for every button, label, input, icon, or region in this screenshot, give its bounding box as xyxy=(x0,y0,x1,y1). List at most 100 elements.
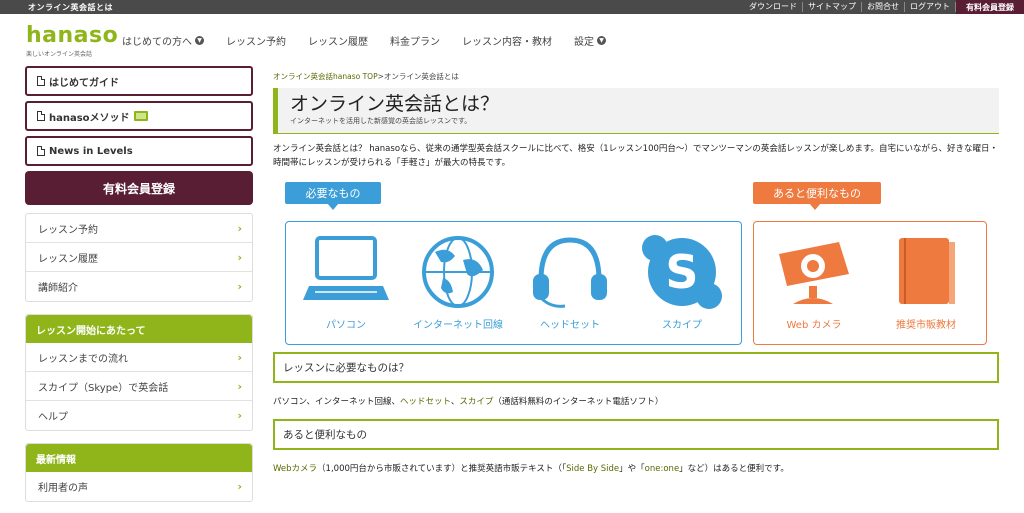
pc-item: パソコン xyxy=(296,234,396,331)
skype-icon: S xyxy=(642,235,722,309)
chevron-right-icon: › xyxy=(237,350,242,364)
sidebar-item-skype[interactable]: スカイプ（Skype）で英会話 › xyxy=(26,372,252,401)
needs-tag: 必要なもの xyxy=(285,182,381,210)
sidebar-item-label: 利用者の声 xyxy=(38,483,88,494)
nav-pricing[interactable]: 料金プラン xyxy=(390,33,440,48)
nav-beginners[interactable]: はじめての方へ ▼ xyxy=(122,33,204,48)
download-link[interactable]: ダウンロード xyxy=(744,2,803,12)
breadcrumb-current: オンライン英会話とは xyxy=(383,72,459,81)
sidebar-section-heading: 最新情報 xyxy=(26,444,252,472)
item-label: ヘッドセット xyxy=(540,320,600,331)
sidebar-menu-news: 最新情報 利用者の声 › xyxy=(25,443,253,502)
sidebar-item-reserve[interactable]: レッスン予約 › xyxy=(26,214,252,243)
skype-item: S スカイプ xyxy=(632,234,732,331)
sidebar-menu-start: レッスン開始にあたって レッスンまでの流れ › スカイプ（Skype）で英会話 › … xyxy=(25,314,253,431)
guide-news[interactable]: News in Levels xyxy=(25,136,253,166)
section-text-required: パソコン、インターネット回線、ヘッドセット、スカイプ（通話料無料のインターネット… xyxy=(273,395,999,407)
guide-beginner[interactable]: はじめてガイド xyxy=(25,66,253,96)
top-register-button[interactable]: 有料会員登録 xyxy=(956,0,1024,14)
nav-label: 設定 xyxy=(574,36,594,48)
headset-item: ヘッドセット xyxy=(520,234,620,331)
nav-label: レッスン履歴 xyxy=(308,36,368,48)
page-title-box: オンライン英会話とは？ インターネットを活用した新感覚の英会話レッスンです。 xyxy=(273,88,999,134)
guide-label: はじめてガイド xyxy=(49,77,119,89)
sidebar-item-teachers[interactable]: 講師紹介 › xyxy=(26,272,252,301)
sidebar-item-label: ヘルプ xyxy=(38,412,68,423)
webcam-icon xyxy=(779,242,849,304)
document-icon xyxy=(37,111,45,121)
chevron-right-icon: › xyxy=(237,379,242,393)
breadcrumb: オンライン英会話hanaso TOP>オンライン英会話とは xyxy=(273,71,999,82)
top-bar: オンライン英会話とは ダウンロード サイトマップ お問合せ ログアウト 有料会員… xyxy=(0,0,1024,14)
sidebar-item-history[interactable]: レッスン履歴 › xyxy=(26,243,252,272)
side-by-side-link[interactable]: Side By Side xyxy=(566,464,619,474)
internet-item: インターネット回線 xyxy=(408,234,508,331)
item-label: 推奨市販教材 xyxy=(896,320,956,331)
text-part: パソコン、インターネット回線、 xyxy=(273,397,400,407)
section-text-useful: Webカメラ（1,000円台から市販されています）と推奨英語市販テキスト（「Si… xyxy=(273,462,999,474)
text-part: 」や「 xyxy=(619,464,645,474)
useful-box: Web カメラ 推奨市販教材 xyxy=(753,221,987,345)
chevron-right-icon: › xyxy=(237,250,242,264)
nav-label: レッスン内容・教材 xyxy=(462,36,552,48)
video-icon xyxy=(133,111,148,121)
sitemap-link[interactable]: サイトマップ xyxy=(803,2,862,12)
guide-label: hanasoメソッド xyxy=(49,112,130,124)
item-label: Web カメラ xyxy=(786,320,842,331)
sidebar-item-label: レッスン履歴 xyxy=(38,253,98,265)
chevron-right-icon: › xyxy=(237,221,242,235)
sidebar-register-button[interactable]: 有料会員登録 xyxy=(25,171,253,205)
nav-label: はじめての方へ xyxy=(122,36,192,48)
chevron-right-icon: › xyxy=(237,409,242,422)
logo-subtitle: 楽しいオンライン英会話 xyxy=(26,50,93,58)
breadcrumb-top-link[interactable]: オンライン英会話hanaso TOP xyxy=(273,72,378,81)
header: hanaso 楽しいオンライン英会話 はじめての方へ ▼ レッスン予約 レッスン履… xyxy=(0,14,1024,66)
one-one-link[interactable]: one:one xyxy=(645,464,680,474)
webcam-item: Web カメラ xyxy=(764,234,864,331)
chevron-down-icon: ▼ xyxy=(195,35,204,45)
text-part: （通話料無料のインターネット電話ソフト） xyxy=(493,397,664,407)
headset-link[interactable]: ヘッドセット xyxy=(400,397,451,407)
chevron-down-icon: ▼ xyxy=(597,35,606,45)
section-heading-required: レッスンに必要なものは？ xyxy=(273,352,999,383)
sidebar-item-voices[interactable]: 利用者の声 › xyxy=(26,472,252,501)
top-links: ダウンロード サイトマップ お問合せ ログアウト 有料会員登録 xyxy=(744,0,1024,14)
globe-icon xyxy=(422,236,494,308)
intro-text: オンライン英会話とは？ hanasoなら、従来の通学型英会話スクールに比べて、格… xyxy=(273,144,999,168)
nav-label: 料金プラン xyxy=(390,36,440,48)
page-subtitle: インターネットを活用した新感覚の英会話レッスンです。 xyxy=(290,117,472,125)
top-tagline: オンライン英会話とは xyxy=(28,2,113,12)
sidebar-item-label: レッスンまでの流れ xyxy=(38,353,128,365)
sidebar-item-label: スカイプ（Skype）で英会話 xyxy=(38,382,169,394)
nav-lesson-reserve[interactable]: レッスン予約 xyxy=(226,33,286,48)
text-part: 」など）はあると便利です。 xyxy=(679,464,789,474)
site-logo[interactable]: hanaso 楽しいオンライン英会話 xyxy=(26,22,119,58)
chevron-right-icon: › xyxy=(237,280,242,293)
logo-name: hanaso xyxy=(26,22,119,48)
guide-method[interactable]: hanasoメソッド xyxy=(25,101,253,131)
document-icon xyxy=(37,146,45,156)
skype-link[interactable]: スカイプ xyxy=(459,397,493,407)
sidebar: はじめてガイド hanasoメソッド News in Levels 有料会員登録… xyxy=(25,66,253,513)
main-nav: はじめての方へ ▼ レッスン予約 レッスン履歴 料金プラン レッスン内容・教材 設… xyxy=(122,33,628,48)
webcam-link[interactable]: Webカメラ xyxy=(273,464,317,474)
sidebar-item-label: レッスン予約 xyxy=(38,224,98,236)
guide-label: News in Levels xyxy=(49,145,133,157)
sidebar-section-heading: レッスン開始にあたって xyxy=(26,315,252,343)
sidebar-item-flow[interactable]: レッスンまでの流れ › xyxy=(26,343,252,372)
requirements-figure: 必要なもの あると便利なもの パソコン インターネット回線 ヘッドセット S ス… xyxy=(273,182,999,352)
sidebar-item-label: 講師紹介 xyxy=(38,283,78,294)
sidebar-item-help[interactable]: ヘルプ › xyxy=(26,401,252,430)
logout-link[interactable]: ログアウト xyxy=(905,2,956,12)
page-title: オンライン英会話とは？ xyxy=(290,93,500,115)
nav-lesson-content[interactable]: レッスン内容・教材 xyxy=(462,33,552,48)
main-content: オンライン英会話hanaso TOP>オンライン英会話とは オンライン英会話とは… xyxy=(273,71,999,513)
nav-settings[interactable]: 設定 ▼ xyxy=(574,33,606,48)
useful-tag: あると便利なもの xyxy=(753,182,881,210)
item-label: パソコン xyxy=(326,320,366,331)
text-part: （1,000円台から市販されています）と推奨英語市販テキスト（「 xyxy=(317,464,567,474)
contact-link[interactable]: お問合せ xyxy=(862,2,905,12)
section-heading-useful: あると便利なもの xyxy=(273,419,999,450)
nav-lesson-history[interactable]: レッスン履歴 xyxy=(308,33,368,48)
document-icon xyxy=(37,76,45,86)
